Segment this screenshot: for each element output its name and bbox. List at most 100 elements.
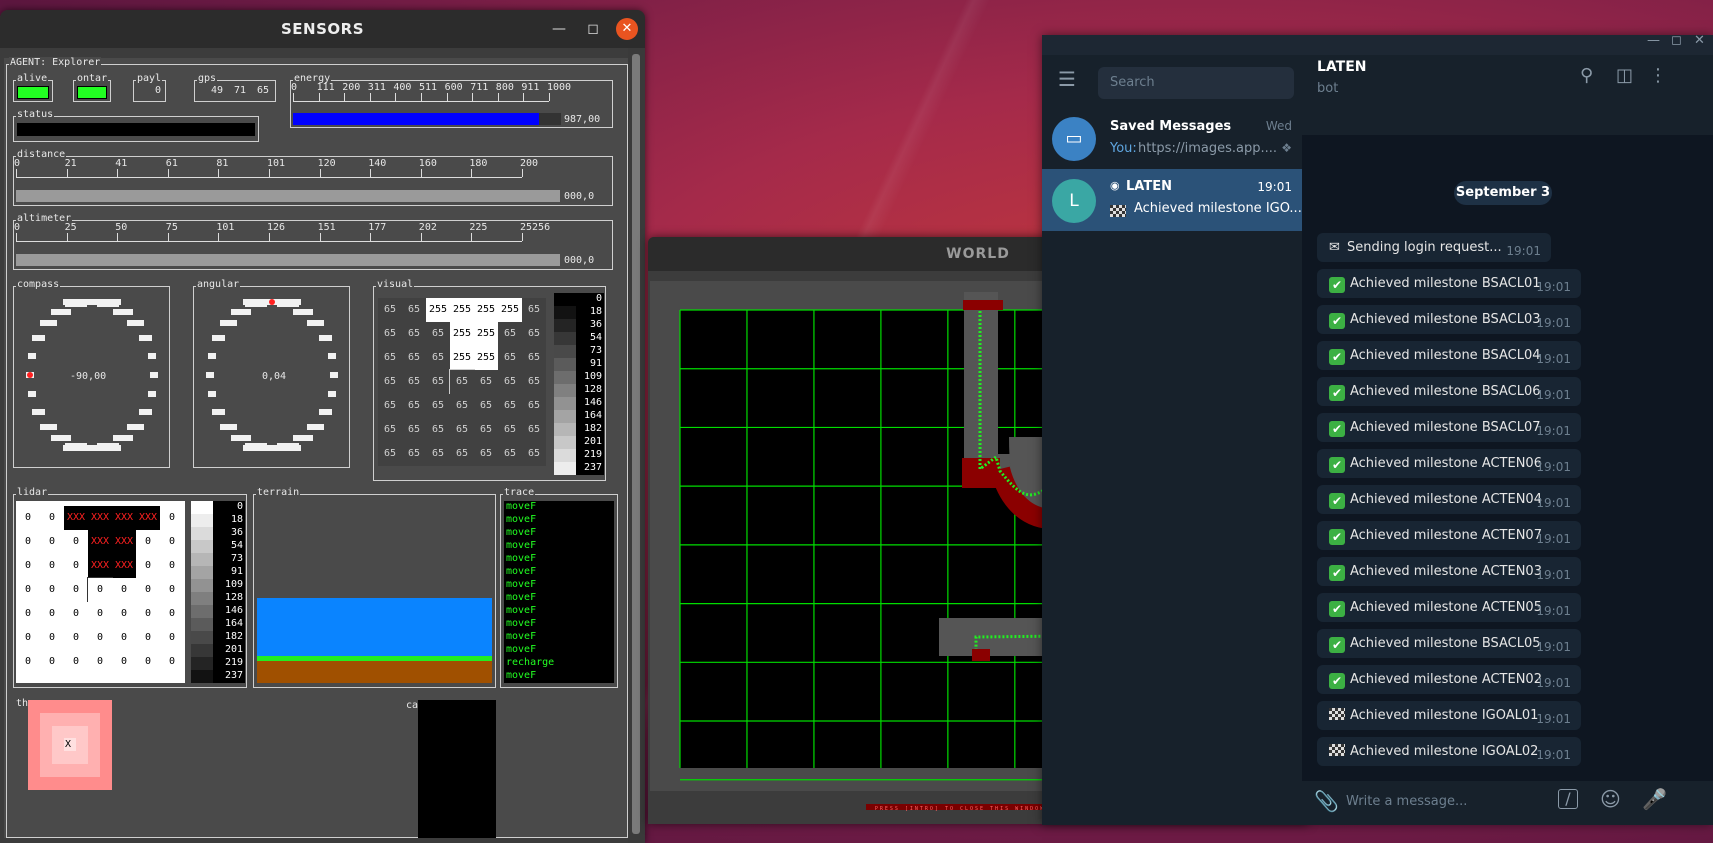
thermal-cell xyxy=(52,725,64,739)
visual-cell: 65 xyxy=(522,346,546,370)
avatar: L xyxy=(1052,179,1096,223)
message-bubble[interactable]: Achieved milestone IGOAL02 19:01 xyxy=(1317,737,1581,766)
gray-swatch xyxy=(191,657,213,670)
scale-tick xyxy=(167,169,169,177)
gray-swatch xyxy=(191,553,213,566)
scale-tick xyxy=(269,169,270,177)
attach-icon[interactable]: 📎 xyxy=(1314,789,1339,813)
scale-value: 219 xyxy=(583,449,602,460)
message-bubble[interactable]: ✔ Achieved milestone BSACL07 19:01 xyxy=(1317,413,1581,442)
sensors-titlebar[interactable]: SENSORS — ◻ ✕ xyxy=(0,10,645,48)
scale-tick xyxy=(16,169,17,177)
lidar-frame: lidar 0 0 XXX XXX XXX XXX 0 0 0 0 XXX XXX 0 0 0 0 0 XXX XX… xyxy=(13,487,247,688)
gray-swatch xyxy=(191,514,213,527)
thermal-cell xyxy=(52,700,64,713)
close-icon[interactable]: ✕ xyxy=(616,18,638,40)
lidar-cell: XXX xyxy=(136,506,160,530)
scale-tick-label: 75 xyxy=(165,222,178,233)
message-bubble[interactable]: ✔ Achieved milestone BSACL04 19:01 xyxy=(1317,341,1581,370)
message-bubble[interactable]: ✔ Achieved milestone BSACL01 19:01 xyxy=(1317,269,1581,298)
thermal-cell xyxy=(40,725,52,739)
check-icon: ✔ xyxy=(1329,313,1345,329)
visual-cell: 65 xyxy=(522,418,546,442)
visual-cell: 65 xyxy=(522,322,546,346)
message-bubble[interactable]: ✔ Achieved milestone ACTEN03 19:01 xyxy=(1317,557,1581,586)
minimize-icon[interactable]: — xyxy=(548,18,570,40)
scale-tick-label: 140 xyxy=(368,158,387,169)
more-icon[interactable]: ⋮ xyxy=(1649,65,1667,86)
energy-track xyxy=(293,113,561,125)
message-time: 19:01 xyxy=(1536,712,1571,726)
dial-segment xyxy=(207,390,217,397)
scale-tick xyxy=(522,233,523,241)
message-bubble[interactable]: Achieved milestone IGOAL01 19:01 xyxy=(1317,701,1581,730)
dial-segment xyxy=(207,353,217,360)
dial-segment xyxy=(330,372,338,378)
visual-cell: 255 xyxy=(474,346,498,370)
check-icon: ✔ xyxy=(1329,385,1345,401)
visual-cell: 65 xyxy=(450,394,474,418)
telegram-titlebar[interactable]: — ◻ ✕ xyxy=(1042,33,1713,55)
commands-icon[interactable]: / xyxy=(1558,789,1578,809)
message-text: Achieved milestone ACTEN05 xyxy=(1350,600,1542,615)
thermal-cell xyxy=(88,725,100,739)
search-box[interactable]: Search xyxy=(1098,67,1294,99)
message-bubble[interactable]: ✔ Achieved milestone BSACL06 19:01 xyxy=(1317,377,1581,406)
trace-list[interactable]: moveF moveF moveF moveF moveF moveF moveF moveF… xyxy=(504,501,614,683)
world-footer: PRESS [INTRO] TO CLOSE THIS WINDOW xyxy=(875,806,1045,812)
maximize-icon[interactable]: ◻ xyxy=(1671,33,1682,48)
scale-tick-label: 1000 xyxy=(547,82,572,93)
microphone-icon[interactable]: 🎤 xyxy=(1642,787,1667,811)
lidar-cell: 0 xyxy=(40,650,64,674)
pin-icon: ❖ xyxy=(1281,141,1292,155)
status-display xyxy=(17,123,255,136)
chat-item-saved-messages[interactable]: ▭ Saved Messages Wed You: https://images… xyxy=(1042,107,1302,169)
thermal-cell xyxy=(52,776,64,790)
sidebar-toggle-icon[interactable]: ◫ xyxy=(1616,65,1633,86)
dial-segment xyxy=(319,408,333,415)
visual-cell: 65 xyxy=(402,298,426,322)
scale-value: 0 xyxy=(236,501,243,512)
message-input[interactable]: Write a message... xyxy=(1346,794,1467,809)
close-icon[interactable]: ✕ xyxy=(1694,33,1705,48)
scale-tick-label: 81 xyxy=(216,158,229,169)
gray-swatch xyxy=(191,605,213,618)
world-title: WORLD xyxy=(946,246,1010,262)
message-bubble[interactable]: ✉ Sending login request... 19:01 xyxy=(1317,233,1551,262)
thermal-cell xyxy=(76,700,88,713)
visual-cell: 65 xyxy=(450,418,474,442)
message-bubble[interactable]: ✔ Achieved milestone ACTEN05 19:01 xyxy=(1317,593,1581,622)
message-time: 19:01 xyxy=(1536,640,1571,654)
chat-header[interactable]: LATEN bot ⚲ ◫ ⋮ xyxy=(1302,55,1713,135)
lidar-cell: 0 xyxy=(160,650,184,674)
chat-item-laten[interactable]: L ◉ LATEN 19:01 Achieved milestone IGO..… xyxy=(1042,169,1302,231)
message-bubble[interactable]: ✔ Achieved milestone ACTEN04 19:01 xyxy=(1317,485,1581,514)
visual-cell: 65 xyxy=(474,370,498,394)
thermal-cell xyxy=(100,764,112,777)
scale-value: 237 xyxy=(224,670,243,681)
emoji-icon[interactable]: ☺ xyxy=(1600,787,1621,811)
sensors-scrollbar[interactable] xyxy=(628,48,645,843)
thermal-cell xyxy=(64,751,76,765)
checkered-flag-icon xyxy=(1329,744,1345,756)
scale-value: 0 xyxy=(595,293,602,304)
message-bubble[interactable]: ✔ Achieved milestone BSACL03 19:01 xyxy=(1317,305,1581,334)
visual-cell: 65 xyxy=(498,394,522,418)
gps-x: 49 xyxy=(211,85,224,96)
scale-tick xyxy=(549,93,550,101)
message-bubble[interactable]: ✔ Achieved milestone ACTEN02 19:01 xyxy=(1317,665,1581,694)
scrollbar-thumb[interactable] xyxy=(632,54,640,834)
lidar-cell: 0 xyxy=(160,578,184,602)
message-bubble[interactable]: ✔ Achieved milestone ACTEN06 19:01 xyxy=(1317,449,1581,478)
menu-icon[interactable]: ☰ xyxy=(1058,67,1076,91)
maximize-icon[interactable]: ◻ xyxy=(582,18,604,40)
trace-line: moveF xyxy=(506,605,537,616)
scale-tick-label: 151 xyxy=(317,222,336,233)
lidar-scale: 0 18 36 54 73 91 109 128 146 164 182 201 219 237 xyxy=(191,501,245,683)
gray-swatch xyxy=(554,410,576,423)
message-bubble[interactable]: ✔ Achieved milestone BSACL05 19:01 xyxy=(1317,629,1581,658)
message-bubble[interactable]: ✔ Achieved milestone ACTEN07 19:01 xyxy=(1317,521,1581,550)
minimize-icon[interactable]: — xyxy=(1647,33,1660,48)
search-icon[interactable]: ⚲ xyxy=(1580,65,1593,86)
checkered-flag-icon xyxy=(1329,708,1345,720)
